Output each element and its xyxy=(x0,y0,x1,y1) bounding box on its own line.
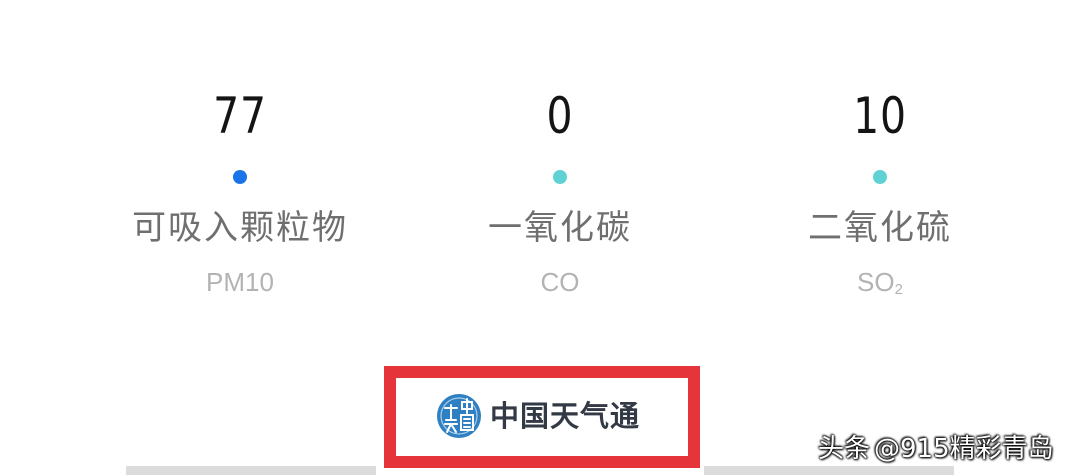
metric-dot xyxy=(233,170,247,184)
brand-name: 中国天气通 xyxy=(490,399,641,433)
metric-code: SO2 xyxy=(720,266,1040,306)
metric-code: CO xyxy=(400,266,720,306)
metric-dot xyxy=(873,170,887,184)
metric-value: 77 xyxy=(213,87,267,145)
metric-name: 可吸入颗粒物 xyxy=(132,208,348,248)
metric-code-subscript: 2 xyxy=(894,281,903,298)
bottom-divider-right xyxy=(704,466,954,475)
metric-code: PM10 xyxy=(80,266,400,306)
metric-name: 二氧化硫 xyxy=(808,208,952,248)
metric-dot xyxy=(553,170,567,184)
bottom-divider-left xyxy=(126,466,376,475)
metric-code-text: CO xyxy=(540,267,580,297)
brand-logo-group[interactable]: 中国天气通 xyxy=(436,393,640,439)
watermark-handle: @915精彩青岛 xyxy=(874,433,1054,464)
metric-value: 10 xyxy=(853,87,907,145)
metric-value: 0 xyxy=(546,87,574,145)
watermark-platform: 头条 xyxy=(818,433,871,464)
china-weather-seal-logo-icon xyxy=(437,394,481,438)
air-quality-metrics: 77 可吸入颗粒物 PM10 0 一氧化碳 CO 10 二氧化硫 SO2 xyxy=(0,0,1080,340)
metric-code-text: PM10 xyxy=(206,267,274,297)
source-watermark: 头条 @915精彩青岛 xyxy=(818,428,1054,464)
metric-name: 一氧化碳 xyxy=(488,208,632,248)
metric-code-text: SO xyxy=(857,267,895,297)
